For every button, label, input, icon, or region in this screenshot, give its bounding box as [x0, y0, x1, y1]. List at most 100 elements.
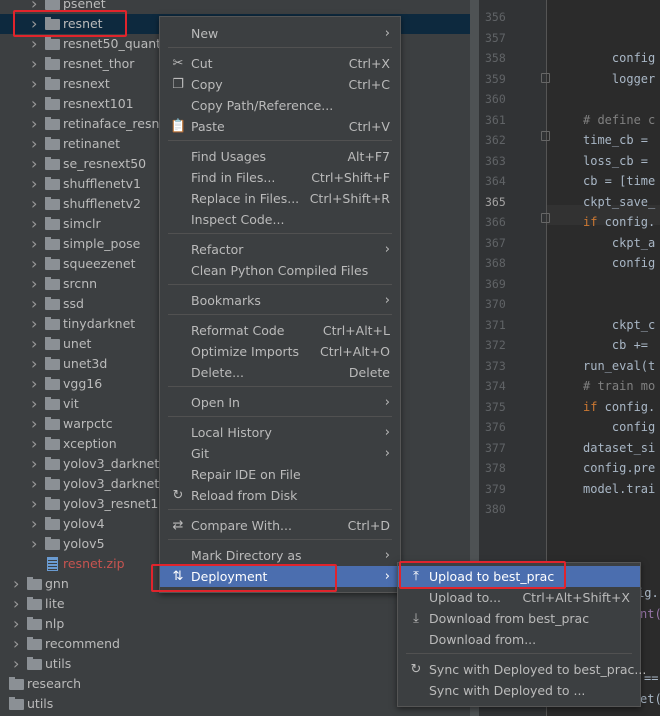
menu-item-download-from-best-prac[interactable]: ⤓ Download from best_prac: [398, 608, 640, 629]
folder-icon: [45, 337, 60, 350]
code-line: loss_cb =: [583, 151, 648, 171]
chevron-right-icon[interactable]: ›: [31, 534, 41, 554]
line-number: 359: [485, 71, 506, 86]
chevron-right-icon[interactable]: ›: [31, 414, 41, 434]
tree-item-label: shufflenetv2: [63, 196, 141, 211]
menu-item-inspect-code[interactable]: Inspect Code...: [160, 209, 400, 230]
chevron-right-icon[interactable]: ›: [31, 94, 41, 114]
chevron-right-icon[interactable]: ›: [31, 314, 41, 334]
menu-separator: [168, 233, 392, 234]
chevron-right-icon[interactable]: ›: [31, 434, 41, 454]
chevron-right-icon[interactable]: ›: [31, 74, 41, 94]
menu-item-delete[interactable]: Delete... Delete: [160, 362, 400, 383]
chevron-right-icon[interactable]: ›: [31, 354, 41, 374]
menu-item-shortcut: Ctrl+Shift+F: [311, 170, 390, 185]
folder-icon: [45, 497, 60, 510]
menu-item-new[interactable]: New ›: [160, 23, 400, 44]
menu-item-download-from[interactable]: Download from...: [398, 629, 640, 650]
menu-item-bookmarks[interactable]: Bookmarks ›: [160, 290, 400, 311]
code-text: config.: [597, 399, 656, 414]
tree-item-label: utils: [45, 656, 72, 671]
annotation-box-deployment: [151, 564, 337, 592]
menu-item-local-history[interactable]: Local History ›: [160, 422, 400, 443]
chevron-right-icon[interactable]: ›: [31, 134, 41, 154]
chevron-right-icon[interactable]: ›: [31, 294, 41, 314]
tree-item-label: nlp: [45, 616, 65, 631]
menu-item-reformat-code[interactable]: Reformat Code Ctrl+Alt+L: [160, 320, 400, 341]
folder-icon: [45, 37, 60, 50]
code-line: if config.: [583, 397, 655, 417]
menu-item-sync-with-deployed-to-best-prac[interactable]: ↻ Sync with Deployed to best_prac...: [398, 659, 647, 680]
chevron-right-icon[interactable]: ›: [31, 194, 41, 214]
code-line: cb = [time: [583, 171, 655, 191]
menu-separator: [168, 416, 392, 417]
menu-item-clean-python-compiled-files[interactable]: Clean Python Compiled Files: [160, 260, 400, 281]
chevron-right-icon[interactable]: ›: [31, 494, 41, 514]
chevron-right-icon[interactable]: ›: [31, 114, 41, 134]
menu-item-repair-ide-on-file[interactable]: Repair IDE on File: [160, 464, 400, 485]
download-icon: ⤓: [413, 611, 419, 626]
menu-item-replace-in-files[interactable]: Replace in Files... Ctrl+Shift+R: [160, 188, 400, 209]
menu-item-mark-directory-as[interactable]: Mark Directory as ›: [160, 545, 400, 566]
chevron-right-icon[interactable]: ›: [31, 514, 41, 534]
menu-item-git[interactable]: Git ›: [160, 443, 400, 464]
chevron-right-icon[interactable]: ›: [13, 614, 23, 634]
chevron-right-icon: ›: [384, 425, 390, 440]
line-number: 380: [485, 502, 506, 516]
fold-start-icon[interactable]: [541, 131, 550, 141]
tree-item-label: vgg16: [63, 376, 103, 391]
chevron-right-icon[interactable]: ›: [31, 234, 41, 254]
chevron-right-icon[interactable]: ›: [31, 54, 41, 74]
chevron-right-icon[interactable]: ›: [31, 334, 41, 354]
folder-icon: [45, 217, 60, 230]
menu-item-refactor[interactable]: Refactor ›: [160, 239, 400, 260]
chevron-right-icon[interactable]: ›: [31, 394, 41, 414]
fold-end-icon[interactable]: [541, 73, 550, 83]
chevron-right-icon[interactable]: ›: [31, 274, 41, 294]
chevron-right-icon[interactable]: ›: [31, 254, 41, 274]
fold-end-icon[interactable]: [541, 213, 550, 223]
menu-item-label: Find Usages: [191, 149, 267, 164]
menu-item-shortcut: Ctrl+V: [348, 119, 390, 134]
chevron-right-icon[interactable]: ›: [31, 34, 41, 54]
folder-icon: [27, 597, 42, 610]
tree-item-label: shufflenetv1: [63, 176, 141, 191]
menu-item-shortcut: Ctrl+Alt+O: [320, 344, 390, 359]
menu-item-copy-path-reference[interactable]: Copy Path/Reference...: [160, 95, 400, 116]
chevron-right-icon[interactable]: ›: [13, 654, 23, 674]
line-number: 377: [485, 440, 506, 455]
tree-item-label: yolov3_resnet18: [63, 496, 167, 511]
chevron-right-icon[interactable]: ›: [13, 574, 23, 594]
code-text: config: [583, 420, 656, 434]
menu-item-cut[interactable]: ✂ Cut Ctrl+X: [160, 53, 400, 74]
chevron-right-icon[interactable]: ›: [31, 154, 41, 174]
chevron-right-icon[interactable]: ›: [31, 374, 41, 394]
menu-item-compare-with[interactable]: ⇄ Compare With... Ctrl+D: [160, 515, 400, 536]
tree-item-label: research: [27, 676, 82, 691]
chevron-right-icon[interactable]: ›: [13, 634, 23, 654]
menu-item-reload-from-disk[interactable]: ↻ Reload from Disk: [160, 485, 400, 506]
chevron-right-icon[interactable]: ›: [31, 214, 41, 234]
chevron-right-icon[interactable]: ›: [31, 174, 41, 194]
menu-item-copy[interactable]: ❐ Copy Ctrl+C: [160, 74, 400, 95]
menu-item-upload-to[interactable]: Upload to... Ctrl+Alt+Shift+X: [398, 587, 640, 608]
menu-item-label: Compare With...: [191, 518, 292, 533]
code-text: cb +=: [583, 338, 649, 352]
menu-item-paste[interactable]: 📋 Paste Ctrl+V: [160, 116, 400, 137]
chevron-right-icon[interactable]: ›: [31, 454, 41, 474]
code-text: loss_cb =: [583, 153, 649, 168]
menu-item-open-in[interactable]: Open In ›: [160, 392, 400, 413]
zip-file-icon: [47, 557, 58, 571]
chevron-right-icon[interactable]: ›: [13, 594, 23, 614]
menu-item-find-usages[interactable]: Find Usages Alt+F7: [160, 146, 400, 167]
code-text: model.trai: [583, 481, 656, 496]
menu-item-label: Mark Directory as: [191, 548, 302, 563]
tree-item-label: resnext101: [63, 96, 134, 111]
folder-icon: [45, 0, 60, 10]
menu-item-find-in-files[interactable]: Find in Files... Ctrl+Shift+F: [160, 167, 400, 188]
chevron-right-icon[interactable]: ›: [31, 474, 41, 494]
folder-icon: [45, 297, 60, 310]
menu-item-optimize-imports[interactable]: Optimize Imports Ctrl+Alt+O: [160, 341, 400, 362]
menu-item-sync-with-deployed-to[interactable]: Sync with Deployed to ...: [398, 680, 640, 701]
tree-item-label: yolov4: [63, 516, 105, 531]
